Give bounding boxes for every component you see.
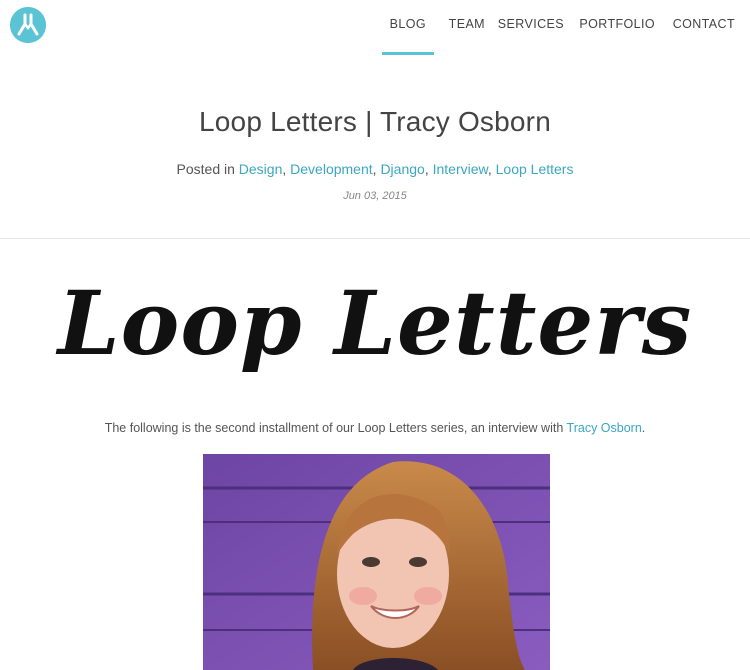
intro-text: The following is the second installment … — [104, 421, 567, 435]
nav-portfolio[interactable]: PORTFOLIO — [579, 18, 655, 31]
rocket-logo-icon[interactable] — [10, 7, 46, 43]
page-title: Loop Letters | Tracy Osborn — [199, 106, 551, 137]
category-link-loop-letters[interactable]: Loop Letters — [496, 161, 574, 177]
header-divider — [0, 238, 750, 239]
intro-author-link[interactable]: Tracy Osborn — [567, 421, 642, 435]
posted-in-label: Posted in — [176, 161, 239, 177]
nav-services[interactable]: SERVICES — [498, 18, 564, 31]
nav-contact[interactable]: CONTACT — [673, 18, 735, 31]
category-link-interview[interactable]: Interview — [433, 161, 488, 177]
post-categories: Posted in Design, Development, Django, I… — [176, 161, 574, 177]
category-link-development[interactable]: Development — [290, 161, 373, 177]
nav-team[interactable]: TEAM — [449, 18, 485, 31]
intro-paragraph: The following is the second installment … — [0, 421, 750, 435]
post-date: Jun 03, 2015 — [343, 190, 407, 202]
logo-mark — [10, 7, 46, 43]
nav-blog[interactable]: BLOG — [381, 18, 435, 54]
category-link-design[interactable]: Design — [239, 161, 283, 177]
hero-title: Loop Letters — [57, 271, 693, 375]
category-link-django[interactable]: Django — [380, 161, 424, 177]
intro-suffix: . — [641, 421, 646, 435]
author-photo — [203, 454, 550, 670]
